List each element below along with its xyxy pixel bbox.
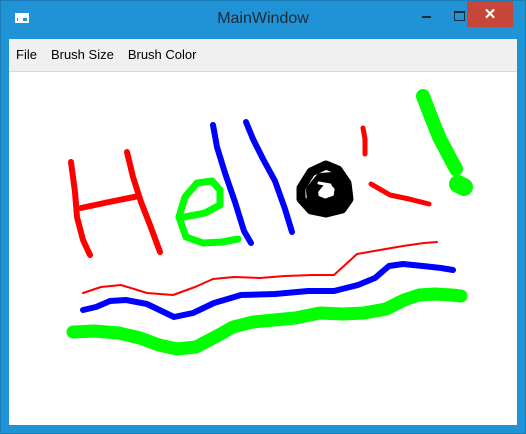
ink-stroke-exclaim-dot: [449, 175, 473, 196]
ink-stroke-chevron-top: [360, 125, 368, 157]
menu-bar: File Brush Size Brush Color: [9, 39, 517, 72]
close-icon: ✕: [483, 6, 497, 23]
window-frame-left: [1, 39, 9, 427]
window-frame-bottom: [1, 425, 525, 433]
ink-stroke-h-bar: [78, 193, 142, 211]
ink-stroke-o-eye: [317, 181, 332, 187]
ink-surface[interactable]: [9, 72, 517, 425]
ink-stroke-l2: [243, 119, 295, 235]
maximize-icon: [453, 11, 465, 21]
minimize-icon: [421, 16, 431, 18]
minimize-button[interactable]: [412, 1, 440, 31]
drawing-canvas[interactable]: [9, 72, 517, 425]
menu-file[interactable]: File: [9, 39, 44, 71]
close-button[interactable]: ✕: [467, 1, 513, 27]
window-app-icon[interactable]: [15, 13, 29, 23]
ink-stroke-exclaim-bar: [416, 89, 463, 176]
main-window: MainWindow ✕ File Brush Size Brush Color: [0, 0, 526, 434]
window-frame-right: [517, 39, 525, 427]
title-bar[interactable]: MainWindow ✕: [1, 1, 525, 39]
menu-brush-color[interactable]: Brush Color: [121, 39, 204, 71]
ink-stroke-o-fill: [306, 172, 347, 211]
ink-stroke-h-right: [124, 149, 163, 255]
menu-brush-size[interactable]: Brush Size: [44, 39, 121, 71]
ink-stroke-chevron-bottom: [368, 181, 432, 207]
